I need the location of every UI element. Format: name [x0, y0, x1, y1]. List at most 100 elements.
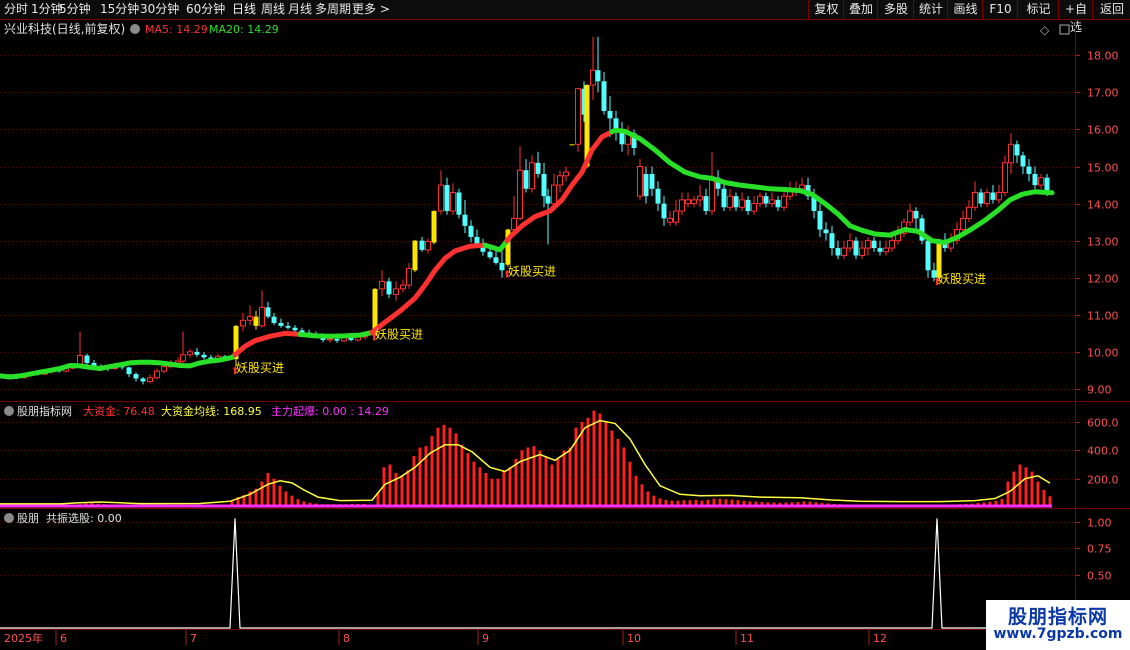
indicator-settings-icon[interactable]: [4, 406, 14, 416]
y-tick-label: 12.00: [1087, 273, 1119, 286]
candle-body: [133, 374, 139, 379]
money-bar: [616, 439, 620, 507]
toolbar-button-4[interactable]: 画线: [947, 0, 983, 19]
diamond-icon[interactable]: ◇: [1040, 23, 1050, 37]
candle-body: [493, 257, 499, 263]
y-tick-label: 17.00: [1087, 87, 1119, 100]
candle-body: [661, 203, 667, 219]
candle-body: [727, 195, 733, 208]
toolbar-button-3[interactable]: 统计: [913, 0, 948, 19]
money-bar: [484, 473, 488, 507]
money-bar: [556, 458, 560, 507]
period-tab-5[interactable]: 60分钟: [186, 1, 225, 17]
candle-body: [691, 199, 697, 205]
candle-body: [523, 170, 529, 189]
ma20-label: MA20: 14.29: [209, 23, 279, 36]
candle-body: [601, 81, 607, 111]
period-tab-9[interactable]: 多周期: [315, 1, 351, 17]
money-bar: [526, 447, 530, 507]
candle-body: [240, 319, 246, 327]
candle-body: [292, 327, 298, 331]
money-bar: [610, 430, 614, 507]
month-label: 7: [190, 632, 197, 645]
candle-body: [126, 367, 132, 375]
y-tick-label: 11.00: [1087, 310, 1119, 323]
money-bar: [532, 446, 536, 507]
period-tab-4[interactable]: 30分钟: [140, 1, 179, 17]
candle-body: [1026, 166, 1032, 174]
candle-body: [966, 206, 972, 219]
candle-body: [438, 184, 444, 212]
money-bar: [400, 475, 404, 507]
period-tab-10[interactable]: 更多 >: [352, 1, 390, 17]
big-money-label: 大资金: 76.48: [83, 404, 155, 418]
period-tab-8[interactable]: 月线: [288, 1, 312, 17]
toolbar-button-6[interactable]: 标记: [1017, 0, 1059, 19]
money-bar: [442, 424, 446, 507]
buy-signal-label: 妖股买进: [938, 272, 986, 286]
toolbar-button-5[interactable]: F10: [982, 0, 1018, 19]
period-tab-2[interactable]: 5分钟: [59, 1, 91, 17]
candle-body: [194, 351, 200, 355]
candle-body: [859, 247, 865, 256]
toolbar-button-0[interactable]: 复权: [808, 0, 844, 19]
candle-body: [412, 240, 418, 271]
period-tab-6[interactable]: 日线: [232, 1, 256, 17]
candle-body: [1038, 177, 1044, 186]
candle-body: [259, 306, 265, 327]
candle-body: [637, 166, 643, 197]
candle-body: [871, 240, 877, 249]
candle-body: [265, 307, 271, 317]
candle-body: [865, 240, 871, 249]
resonance-settings-icon[interactable]: [4, 513, 14, 523]
settings-icon[interactable]: [130, 24, 140, 34]
candle-body: [739, 199, 745, 208]
window-toggle-icon[interactable]: [1059, 24, 1070, 35]
candle-body: [161, 366, 167, 372]
candle-body: [1008, 143, 1014, 164]
candle-body: [450, 191, 456, 212]
money-bar: [260, 481, 264, 507]
money-bar: [1042, 490, 1046, 507]
period-tab-3[interactable]: 15分钟: [100, 1, 139, 17]
money-bar: [640, 484, 644, 507]
candle-body: [535, 162, 541, 174]
candle-body: [487, 251, 493, 258]
candle-body: [781, 195, 787, 208]
candle-body: [685, 199, 691, 205]
period-tab-1[interactable]: 1分钟: [31, 1, 63, 17]
stock-title: 兴业科技(日线,前复权): [4, 21, 125, 36]
money-bar: [586, 417, 590, 507]
candle-body: [462, 214, 468, 226]
money-bar: [448, 427, 452, 507]
candle-body: [990, 192, 996, 200]
money-bar: [544, 456, 548, 507]
y-tick-label: 13.00: [1087, 236, 1119, 249]
candle-body: [444, 185, 450, 211]
candle-body: [456, 192, 462, 215]
candle-body: [406, 267, 412, 286]
candle-body: [649, 173, 655, 189]
candle-body: [393, 288, 399, 295]
candle-body: [180, 354, 186, 362]
candle-body: [925, 240, 931, 271]
period-tab-0[interactable]: 分时: [4, 1, 28, 17]
candle-body: [517, 169, 523, 219]
ma-line: [0, 352, 238, 380]
money-bar: [502, 470, 506, 507]
toolbar-button-8[interactable]: 返回: [1092, 0, 1130, 19]
money-bar: [388, 464, 392, 507]
candle-body: [563, 171, 569, 177]
candle-body: [285, 325, 291, 328]
candle-body: [419, 240, 425, 250]
money-bar: [466, 453, 470, 507]
y-tick-label: 600.0: [1087, 417, 1119, 430]
toolbar-button-1[interactable]: 叠加: [843, 0, 878, 19]
toolbar-button-2[interactable]: 多股: [877, 0, 914, 19]
candle-body: [1032, 173, 1038, 186]
candle-body: [709, 177, 715, 212]
money-bar: [634, 475, 638, 507]
toolbar-button-7[interactable]: +自选: [1058, 0, 1093, 34]
month-label: 8: [343, 632, 350, 645]
period-tab-7[interactable]: 周线: [261, 1, 285, 17]
